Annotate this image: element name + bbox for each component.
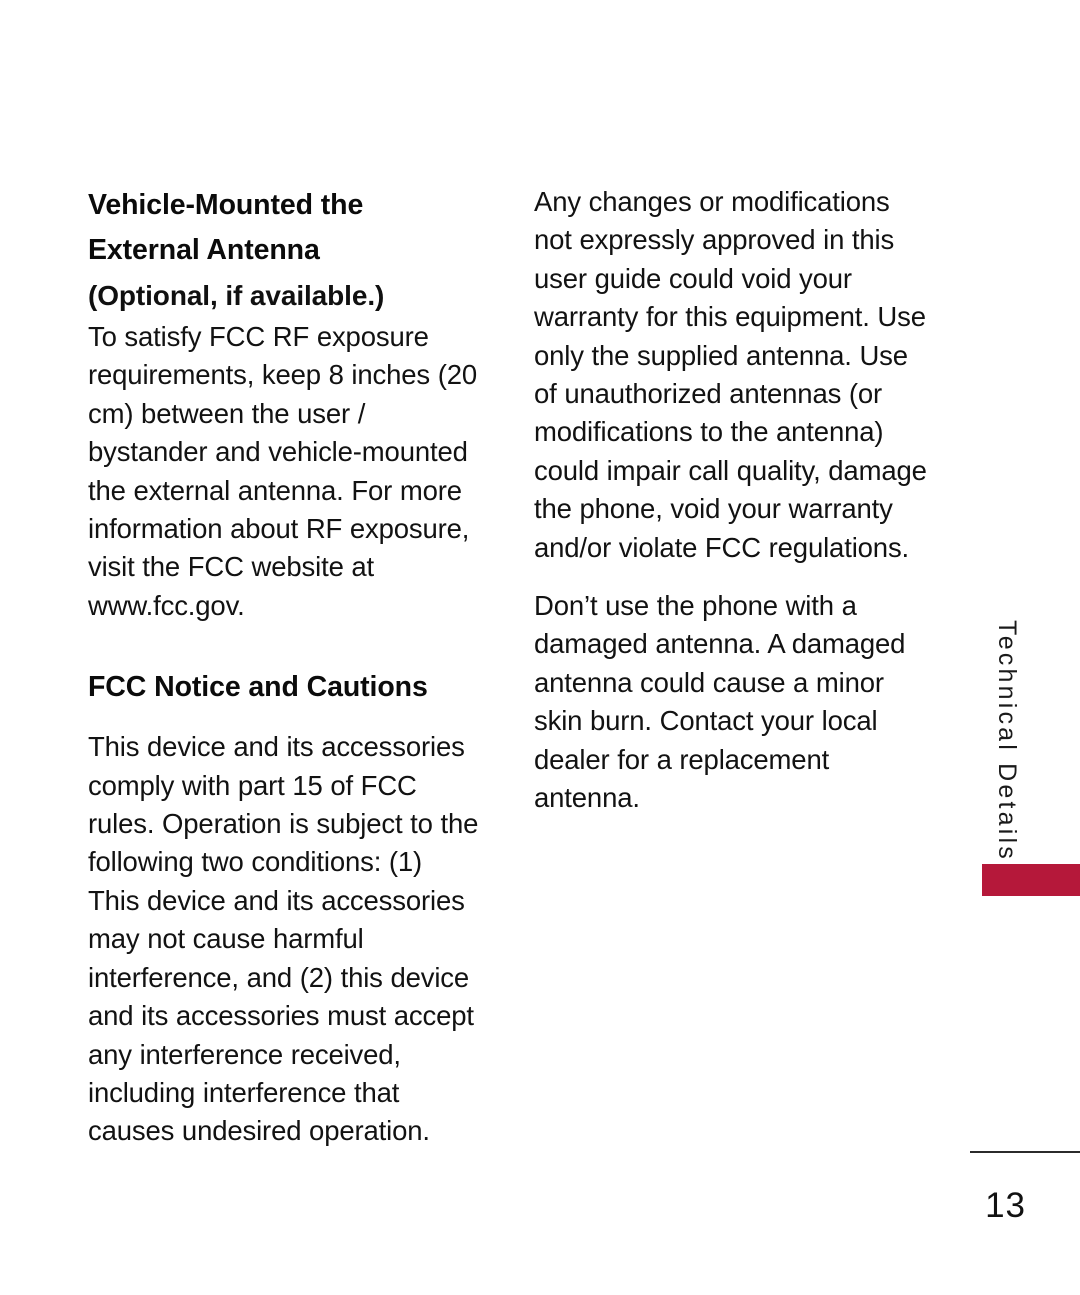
paragraph-rf-exposure: To satisfy FCC RF exposure requirements,…	[88, 321, 478, 621]
right-text-column: Any changes or modifications not express…	[534, 183, 934, 818]
section-heading-fcc-notice-and-cautions: FCC Notice and Cautions	[88, 671, 428, 704]
footer-divider-rule	[970, 1151, 1080, 1153]
paragraph-damaged-antenna: Don’t use the phone with a damaged anten…	[534, 590, 906, 814]
page-number: 13	[985, 1186, 1026, 1225]
document-page: Vehicle-Mounted the External Antenna (Op…	[0, 0, 1080, 1295]
paragraph-changes-or-modifications: Any changes or modifications not express…	[534, 186, 927, 563]
left-text-column: Vehicle-Mounted the External Antenna (Op…	[88, 183, 480, 1151]
section-heading-vehicle-mounted-antenna: Vehicle-Mounted the External Antenna	[88, 189, 364, 266]
paragraph-fcc-part-15: This device and its accessories comply w…	[88, 731, 479, 1147]
section-subheading-optional: (Optional, if available.)	[88, 280, 385, 311]
side-tab-label-technical-details: Technical Details	[993, 620, 1021, 862]
side-tab-accent-block	[982, 864, 1080, 896]
